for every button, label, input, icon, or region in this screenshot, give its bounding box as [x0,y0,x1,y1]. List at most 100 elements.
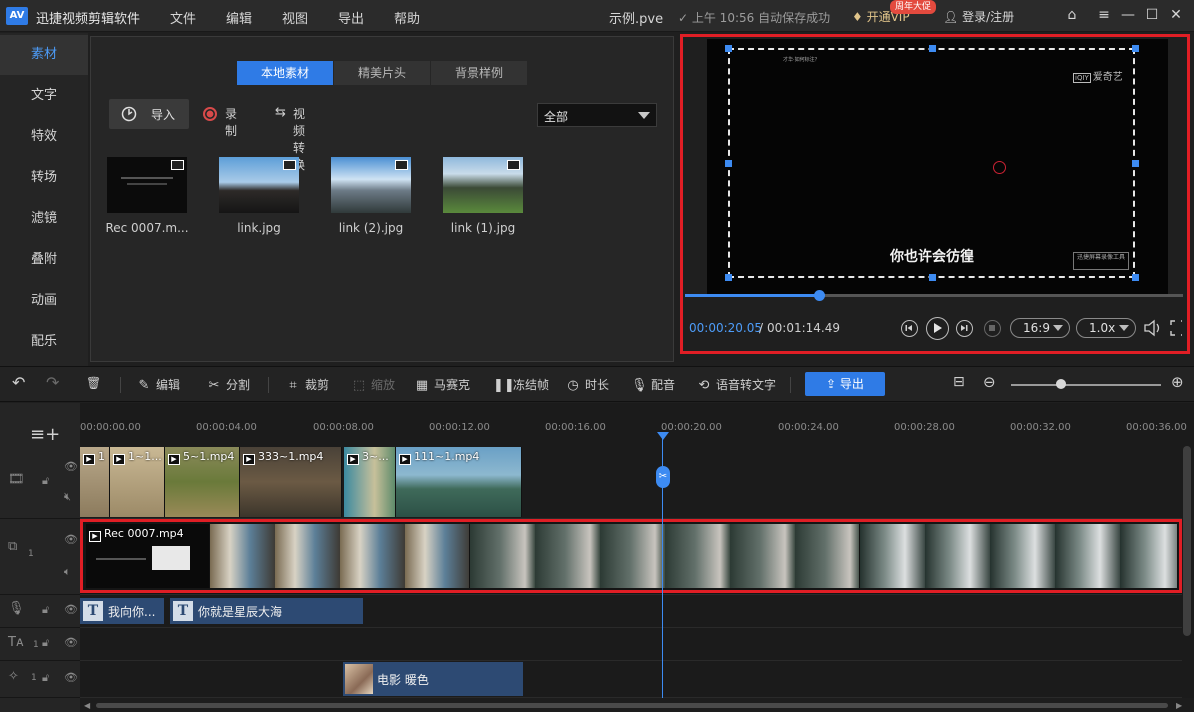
sidebar-item-overlays[interactable]: 叠附 [0,240,88,280]
toolbar-divider [268,377,269,393]
freeze-frame-button[interactable]: ❚❚冻结帧 [493,376,549,393]
eye-icon[interactable]: 👁︎ [64,636,78,649]
track-number: 1 [33,640,39,650]
sidebar-item-transitions[interactable]: 转场 [0,158,88,198]
menu-export[interactable]: 导出 [338,8,364,27]
eye-icon[interactable]: 👁︎ [64,603,78,616]
close-button[interactable]: ✕ [1168,7,1184,23]
delete-icon[interactable]: 🗑︎ [86,376,101,390]
lock-icon[interactable]: 🔓︎ [42,474,49,488]
menu-edit[interactable]: 编辑 [226,8,252,27]
media-name: link (1).jpg [450,221,516,235]
hamburger-menu-icon[interactable]: ≡ [1096,7,1112,23]
mosaic-label: 马赛克 [434,378,471,392]
media-thumbnail [331,157,411,213]
speaker-icon[interactable]: 🔈︎ [64,565,71,579]
clip-label: 1~1... [128,450,162,463]
vertical-scroll-thumb[interactable] [1183,446,1191,636]
fit-timeline-icon[interactable]: ⊟ [953,374,965,390]
undo-icon[interactable]: ↶ [12,373,25,392]
lock-icon[interactable]: 🔓︎ [42,603,49,617]
clip-label: 你就是星辰大海 [198,605,283,619]
scroll-left-icon[interactable]: ◀ [84,701,90,710]
toolbar-divider [120,377,121,393]
minimize-button[interactable]: — [1120,7,1136,23]
ruler-label: 00:00:28.00 [894,422,955,433]
sidebar-item-text[interactable]: 文字 [0,76,88,116]
speech-to-text-label: 语音转文字 [716,378,777,392]
scroll-right-icon[interactable]: ▶ [1176,701,1182,710]
eye-icon[interactable]: 👁︎ [64,671,78,684]
lock-icon[interactable]: 🔓︎ [42,671,49,685]
redo-icon[interactable]: ↷ [46,373,59,392]
mosaic-button[interactable]: ▦ 马赛克 [414,376,470,393]
menu-file[interactable]: 文件 [170,8,196,27]
video-clip[interactable]: ▶ 111~1.mp4 [396,447,522,517]
menu-help[interactable]: 帮助 [394,8,420,27]
autosave-status: ✓ 上午 10:56 自动保存成功 [678,11,831,25]
timeline-ruler[interactable]: 00:00:00.00 00:00:04.00 00:00:08.00 00:0… [80,414,1194,438]
video-clip[interactable]: ▶ 5~1.mp4 [165,447,240,517]
export-button[interactable]: ⇪ 导出 [805,372,885,396]
zoom-in-icon[interactable]: ⊕ [1171,373,1184,391]
playhead-handle[interactable] [657,432,669,440]
split-scissors-icon[interactable]: ✂ [656,466,670,488]
main-track-highlight-frame [80,519,1182,593]
sidebar-item-filters[interactable]: 滤镜 [0,199,88,239]
text-clip[interactable]: T 你就是星辰大海 [170,598,363,624]
effects-star-icon: ✧ [8,669,19,684]
timeline-zoom-knob[interactable] [1056,379,1066,389]
edit-label: 编辑 [156,378,181,392]
sidebar-item-effects[interactable]: 特效 [0,117,88,157]
track-header-video: 🎞︎ 🔓︎ 👁︎ 🔇︎ [0,446,80,519]
video-badge-icon [171,160,184,170]
video-clip[interactable]: ▶ 1~1... [110,447,165,517]
sidebar-item-music[interactable]: 配乐 [0,322,88,362]
zoom-label: 缩放 [371,378,396,392]
edit-toolbar: ↶ ↷ 🗑︎ ✎ 编辑 ✂ 分割 ⌗ 裁剪 ⬚ 缩放 ▦ 马赛克 ❚❚冻结帧 ◷ 时长 🎙︎… [0,366,1194,402]
filter-clip[interactable]: 电影 暖色 [343,662,523,696]
tab-intros[interactable]: 精美片头 [334,61,430,85]
promo-badge: 周年大促 [890,0,937,14]
project-name: 示例.pve [609,12,664,27]
text-t-icon: T [83,601,103,621]
edit-button[interactable]: ✎ 编辑 [136,376,180,393]
tab-local-media[interactable]: 本地素材 [237,61,333,85]
video-clip[interactable]: ▶ 1 [80,447,110,517]
speech-to-text-button[interactable]: ⟲ 语音转文字 [696,376,776,393]
video-icon: ▶ [347,454,359,465]
eye-icon[interactable]: 👁︎ [64,533,78,546]
media-filter-dropdown[interactable]: 全部 [537,103,657,127]
crop-button[interactable]: ⌗ 裁剪 [285,376,329,393]
sidebar-item-media[interactable]: 素材 [0,35,88,75]
home-icon[interactable]: ⌂ [1064,7,1080,23]
video-clip[interactable]: ▶ 333~1.mp4 [240,447,342,517]
horizontal-scroll-thumb[interactable] [96,703,1168,708]
ruler-label: 00:00:24.00 [778,422,839,433]
import-button[interactable]: 导入 [109,99,189,129]
split-button[interactable]: ✂ 分割 [206,376,250,393]
track-lane-subtitle [80,628,1182,661]
mute-icon[interactable]: 🔇︎ [64,490,71,504]
tab-backgrounds[interactable]: 背景样例 [431,61,527,85]
media-name: Rec 0007.m... [105,221,189,235]
text-clip[interactable]: T 我向你... [80,598,164,624]
zoom-out-icon[interactable]: ⊖ [983,373,996,391]
zoom-button[interactable]: ⬚ 缩放 [351,376,395,393]
track-number: 1 [28,549,34,559]
maximize-button[interactable]: ☐ [1144,7,1160,23]
timeline-zoom-slider[interactable] [1011,384,1161,386]
login-button[interactable]: 👤︎ 登录/注册 [943,8,1014,25]
duration-button[interactable]: ◷ 时长 [565,376,609,393]
video-icon: ▶ [168,454,180,465]
video-clip[interactable]: ▶ 3~... [344,447,396,517]
dub-button[interactable]: 🎙︎ 配音 [631,376,675,393]
add-track-icon[interactable]: ≡+ [30,424,60,445]
menu-view[interactable]: 视图 [282,8,308,27]
eye-icon[interactable]: 👁︎ [64,460,78,473]
sidebar-item-animation[interactable]: 动画 [0,281,88,321]
split-label: 分割 [226,378,251,392]
duration-label: 时长 [585,378,610,392]
ruler-label: 00:00:20.00 [661,422,722,433]
lock-icon[interactable]: 🔓︎ [42,636,49,650]
